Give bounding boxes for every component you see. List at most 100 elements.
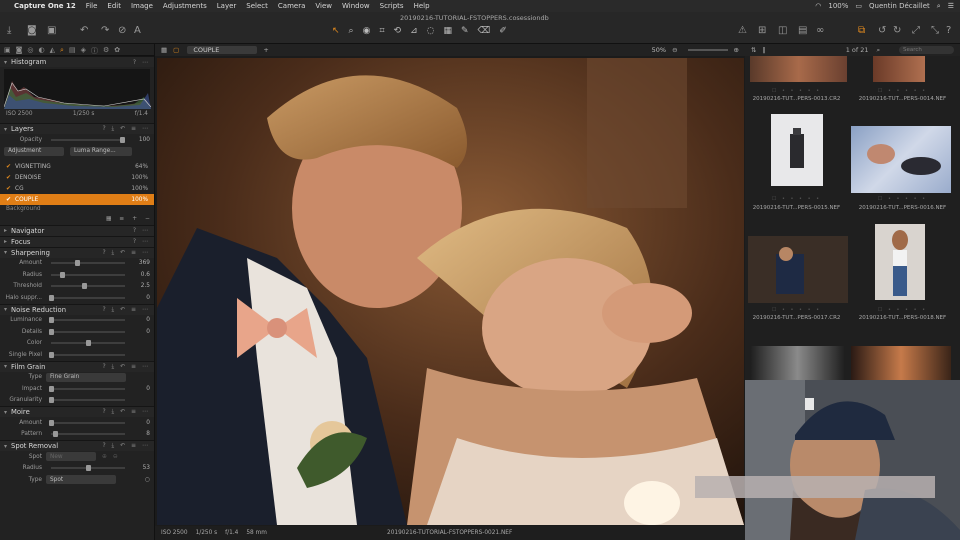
remove-layer-icon[interactable]: − — [145, 216, 150, 222]
user-name[interactable]: Quentin Décaillet — [869, 2, 930, 10]
fullscreen-icon[interactable]: ⤡ — [931, 25, 939, 36]
checkmark-icon[interactable]: ✔ — [6, 185, 11, 192]
menu-camera[interactable]: Camera — [278, 2, 305, 10]
proof-icon[interactable]: ◫ — [778, 25, 787, 36]
layers-header[interactable]: ▾ Layers ? ⤓ ↶ ≡ ⋯ — [0, 123, 154, 134]
output-tab-icon[interactable]: ⚙ — [103, 46, 109, 54]
section-tools-icon[interactable]: ? ⋯ — [133, 238, 150, 245]
slider-track[interactable] — [49, 397, 125, 404]
details-tab-icon[interactable]: ⌕ — [60, 46, 64, 54]
adjustments-tab-icon[interactable]: ◈ — [81, 46, 86, 54]
capture-tab-icon[interactable]: ◙ — [16, 46, 23, 54]
camera-icon[interactable]: ▣ — [47, 25, 56, 36]
app-name[interactable]: Capture One 12 — [14, 2, 76, 10]
menu-edit[interactable]: Edit — [107, 2, 121, 10]
zoom-level[interactable]: 50% — [652, 46, 666, 54]
loupe-cursor-icon[interactable]: ◉ — [363, 26, 371, 36]
browser-search-input[interactable]: Search — [899, 46, 954, 54]
compare-icon[interactable]: ∞ — [816, 25, 824, 36]
menu-scripts[interactable]: Scripts — [380, 2, 404, 10]
rating-stars[interactable]: ☐ • • • • • — [851, 196, 954, 202]
menu-image[interactable]: Image — [131, 2, 153, 10]
spot-removal-header[interactable]: ▾ Spot Removal ? ⤓ ↶ ≡ ⋯ — [0, 440, 154, 451]
spot-radius-knob[interactable] — [86, 465, 91, 472]
rotate-left-icon[interactable]: ↺ — [878, 25, 886, 36]
menu-view[interactable]: View — [315, 2, 332, 10]
spot-add-icon[interactable]: ⊕ — [102, 454, 107, 460]
layer-item-selected[interactable]: ✔ COUPLE 100% — [0, 194, 154, 205]
picker-cursor-icon[interactable]: ✐ — [499, 26, 507, 36]
help-icon[interactable]: ? — [946, 25, 951, 36]
browser-sort-icon[interactable]: ⇅ — [751, 46, 756, 54]
import-icon[interactable]: ⤓ — [7, 25, 11, 36]
slider-track[interactable] — [49, 385, 125, 392]
slider-knob[interactable] — [86, 340, 91, 347]
noise-reduction-header[interactable]: ▾ Noise Reduction ? ⤓ ↶ ≡ ⋯ — [0, 303, 154, 315]
slider-track[interactable] — [51, 340, 125, 347]
slider-track[interactable] — [49, 317, 125, 324]
menu-window[interactable]: Window — [342, 2, 370, 10]
focus-header[interactable]: ▸ Focus ? ⋯ — [0, 235, 154, 247]
metadata-tab-icon[interactable]: ⓘ — [91, 46, 98, 55]
slider-knob[interactable] — [49, 397, 54, 404]
crop-cursor-icon[interactable]: ⌗ — [379, 26, 384, 36]
menu-file[interactable]: File — [86, 2, 98, 10]
redo-icon[interactable]: ↷ — [101, 25, 109, 36]
slider-track[interactable] — [49, 419, 125, 426]
exposure-tab-icon[interactable]: ◭ — [50, 46, 55, 54]
slider-track[interactable] — [49, 328, 125, 335]
checkmark-icon[interactable]: ✔ — [6, 196, 11, 203]
slider-track[interactable] — [49, 294, 125, 301]
section-tools-icon[interactable]: ? ⤓ ↶ ≡ ⋯ — [102, 442, 150, 450]
rating-stars[interactable]: ☐ • • • • • — [745, 307, 848, 313]
moire-header[interactable]: ▾ Moire ? ⤓ ↶ ≡ ⋯ — [0, 406, 154, 417]
add-layer-icon[interactable]: + — [132, 216, 137, 222]
viewer-frame-icon[interactable]: ▢ — [173, 46, 179, 54]
lens-tab-icon[interactable]: ◎ — [27, 46, 33, 54]
opacity-knob[interactable] — [120, 136, 125, 143]
batch-tab-icon[interactable]: ✿ — [114, 46, 120, 54]
spot-remove-icon[interactable]: ⊖ — [113, 454, 118, 460]
battery-level[interactable]: 100% — [828, 2, 848, 10]
luma-range-button[interactable]: Luma Range... — [70, 146, 132, 156]
film-grain-header[interactable]: ▾ Film Grain ? ⤓ ↶ ≡ ⋯ — [0, 360, 154, 372]
add-icon[interactable]: + — [263, 46, 268, 54]
search-icon[interactable]: ⌕ — [937, 2, 941, 11]
slider-knob[interactable] — [49, 317, 54, 324]
spot-type-dropdown[interactable]: Spot — [46, 475, 116, 485]
opacity-slider[interactable] — [51, 136, 125, 143]
section-tools-icon[interactable]: ? ⋯ — [133, 227, 150, 234]
zoom-slider[interactable] — [687, 49, 728, 51]
spot-cursor-icon[interactable]: ◌ — [427, 26, 435, 36]
pan-cursor-icon[interactable]: ↖ — [332, 26, 340, 36]
thumbnail-image[interactable] — [750, 56, 847, 82]
thumbnail-image[interactable] — [875, 224, 925, 300]
slider-knob[interactable] — [49, 328, 54, 335]
copy-adjustments-icon[interactable]: ⧉ — [858, 25, 865, 36]
rating-stars[interactable]: ☐ • • • • • — [851, 307, 954, 313]
section-tools-icon[interactable]: ? ⤓ ↶ ≡ ⋯ — [102, 408, 150, 416]
zoom-cursor-icon[interactable]: ⌕ — [349, 26, 354, 36]
menu-select[interactable]: Select — [246, 2, 268, 10]
section-tools-icon[interactable]: ? ⋯ — [133, 59, 150, 66]
section-tools-icon[interactable]: ? ⤓ ↶ ≡ ⋯ — [102, 249, 150, 257]
mask-cursor-icon[interactable]: ▦ — [443, 26, 452, 36]
browser-pause-icon[interactable]: ‖ — [762, 46, 765, 54]
spot-dropdown[interactable]: New — [46, 452, 96, 462]
menu-adjustments[interactable]: Adjustments — [163, 2, 207, 10]
main-photo[interactable] — [157, 58, 744, 525]
layer-item[interactable]: ✔ VIGNETTING 64% — [0, 161, 154, 172]
background-layer[interactable]: Background — [0, 205, 154, 213]
layer-item[interactable]: ✔ CG 100% — [0, 183, 154, 194]
slider-track[interactable] — [51, 283, 125, 290]
checkmark-icon[interactable]: ✔ — [6, 174, 11, 181]
slider-track[interactable] — [51, 431, 125, 438]
slider-knob[interactable] — [60, 271, 66, 278]
sharpening-header[interactable]: ▾ Sharpening ? ⤓ ↶ ≡ ⋯ — [0, 246, 154, 258]
color-tab-icon[interactable]: ◐ — [39, 46, 45, 54]
layer-mask-icon[interactable]: ▦ — [106, 216, 111, 222]
slider-knob[interactable] — [49, 351, 54, 358]
undo-icon[interactable]: ↶ — [80, 25, 88, 36]
zoom-out-icon[interactable]: ⊖ — [672, 46, 677, 54]
warning-icon[interactable]: ⚠ — [738, 25, 747, 36]
